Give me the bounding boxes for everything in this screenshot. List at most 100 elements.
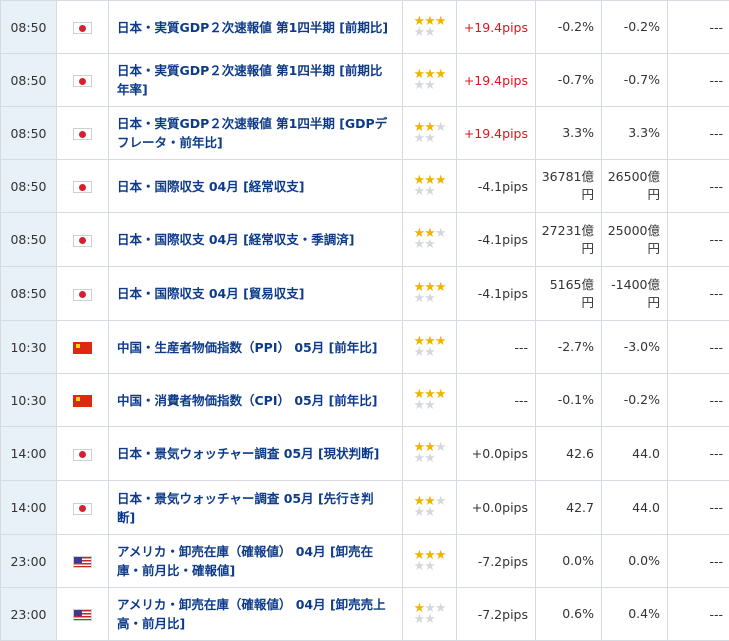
star-icon: ★: [424, 559, 435, 574]
event-name-link[interactable]: アメリカ・卸売在庫（確報値） 04月 [卸売在庫・前月比・確報値]: [117, 542, 396, 580]
country-flag-cell: [57, 535, 109, 588]
actual-line: 42.6: [536, 445, 594, 463]
importance-cell: ★★★★★: [403, 213, 457, 267]
result-value: ---: [668, 213, 729, 267]
pips-value: +19.4pips: [457, 107, 536, 160]
pips-value: -4.1pips: [457, 267, 536, 321]
event-name-cell[interactable]: 日本・景気ウォッチャー調査 05月 [先行き判断]: [109, 481, 403, 535]
table-row: 08:50 日本・実質GDP２次速報値 第1四半期 [GDPデフレータ・前年比]…: [1, 107, 729, 160]
star-icon: ★: [424, 184, 435, 199]
event-name-cell[interactable]: 日本・国際収支 04月 [貿易収支]: [109, 267, 403, 321]
forecast-value: 26500億円: [602, 160, 668, 213]
star-icon: ★: [435, 67, 446, 82]
table-row: 14:00 日本・景気ウォッチャー調査 05月 [先行き判断] ★★★★★ +0…: [1, 481, 729, 535]
star-icon: ★: [424, 237, 435, 252]
star-icon: ★: [435, 440, 446, 455]
result-value: ---: [668, 427, 729, 481]
event-name-cell[interactable]: アメリカ・卸売在庫（確報値） 04月 [卸売在庫・前月比・確報値]: [109, 535, 403, 588]
forecast-line: -1400億: [602, 276, 660, 294]
event-name-link[interactable]: 日本・実質GDP２次速報値 第1四半期 [GDPデフレータ・前年比]: [117, 114, 396, 152]
importance-cell: ★★★★★: [403, 54, 457, 107]
star-icon: ★: [414, 25, 425, 40]
star-icon: ★: [435, 548, 446, 563]
event-name-link[interactable]: 中国・生産者物価指数（PPI） 05月 [前年比]: [117, 338, 396, 357]
event-name-cell[interactable]: 日本・実質GDP２次速報値 第1四半期 [前期比]: [109, 1, 403, 54]
forecast-value: 25000億円: [602, 213, 668, 267]
star-icon: ★: [424, 25, 435, 40]
actual-line: 円: [536, 240, 594, 258]
star-icon: ★: [435, 387, 446, 402]
country-flag-cell: [57, 1, 109, 54]
forecast-line: 円: [602, 186, 660, 204]
event-name-line: アメリカ・卸売在庫（確報値） 04月 [卸売在: [117, 542, 396, 561]
event-name-link[interactable]: 日本・景気ウォッチャー調査 05月 [先行き判断]: [117, 489, 396, 527]
event-name-line: 年率]: [117, 80, 396, 99]
event-name-cell[interactable]: アメリカ・卸売在庫（確報値） 04月 [卸売売上高・前月比]: [109, 588, 403, 641]
result-value: ---: [668, 160, 729, 213]
japan-flag-icon: [73, 181, 92, 193]
actual-line: 36781億: [536, 168, 594, 186]
event-name-line: 日本・国際収支 04月 [貿易収支]: [117, 284, 396, 303]
event-name-line: フレータ・前年比]: [117, 133, 396, 152]
star-icon: ★: [424, 612, 435, 627]
actual-line: 5165億: [536, 276, 594, 294]
forecast-line: -0.2%: [602, 391, 660, 409]
actual-value: -0.1%: [536, 374, 602, 427]
event-name-link[interactable]: 日本・実質GDP２次速報値 第1四半期 [前期比]: [117, 18, 396, 37]
importance-stars: ★★★★★: [414, 282, 446, 304]
event-name-line: 断]: [117, 508, 396, 527]
usa-flag-icon: [73, 609, 92, 621]
event-name-cell[interactable]: 中国・生産者物価指数（PPI） 05月 [前年比]: [109, 321, 403, 374]
event-name-link[interactable]: アメリカ・卸売在庫（確報値） 04月 [卸売売上高・前月比]: [117, 595, 396, 633]
event-name-link[interactable]: 中国・消費者物価指数（CPI） 05月 [前年比]: [117, 391, 396, 410]
time-text: 08:50: [10, 286, 46, 301]
time-text: 14:00: [10, 500, 46, 515]
table-row: 10:30 中国・消費者物価指数（CPI） 05月 [前年比] ★★★★★ --…: [1, 374, 729, 427]
event-name-cell[interactable]: 中国・消費者物価指数（CPI） 05月 [前年比]: [109, 374, 403, 427]
event-time: 14:00: [1, 481, 57, 535]
time-text: 14:00: [10, 446, 46, 461]
event-time: 08:50: [1, 1, 57, 54]
time-text: 08:50: [10, 20, 46, 35]
japan-flag-icon: [73, 503, 92, 515]
event-name-link[interactable]: 日本・国際収支 04月 [経常収支・季調済]: [117, 230, 396, 249]
event-name-link[interactable]: 日本・景気ウォッチャー調査 05月 [現状判断]: [117, 444, 396, 463]
china-flag-icon: [73, 395, 92, 407]
importance-cell: ★★★★★: [403, 321, 457, 374]
table-row: 08:50 日本・実質GDP２次速報値 第1四半期 [前期比年率] ★★★★★ …: [1, 54, 729, 107]
event-name-line: 日本・実質GDP２次速報値 第1四半期 [前期比]: [117, 18, 396, 37]
star-icon: ★: [414, 78, 425, 93]
actual-value: 36781億円: [536, 160, 602, 213]
event-name-cell[interactable]: 日本・国際収支 04月 [経常収支・季調済]: [109, 213, 403, 267]
forecast-value: -1400億円: [602, 267, 668, 321]
event-name-cell[interactable]: 日本・実質GDP２次速報値 第1四半期 [前期比年率]: [109, 54, 403, 107]
forecast-line: 44.0: [602, 499, 660, 517]
pips-value: ---: [457, 374, 536, 427]
forecast-line: 44.0: [602, 445, 660, 463]
event-name-link[interactable]: 日本・実質GDP２次速報値 第1四半期 [前期比年率]: [117, 61, 396, 99]
star-icon: ★: [435, 280, 446, 295]
star-icon: ★: [424, 505, 435, 520]
event-name-cell[interactable]: 日本・実質GDP２次速報値 第1四半期 [GDPデフレータ・前年比]: [109, 107, 403, 160]
importance-cell: ★★★★★: [403, 481, 457, 535]
forecast-line: 0.0%: [602, 552, 660, 570]
event-name-link[interactable]: 日本・国際収支 04月 [経常収支]: [117, 177, 396, 196]
event-name-cell[interactable]: 日本・景気ウォッチャー調査 05月 [現状判断]: [109, 427, 403, 481]
actual-line: 27231億: [536, 222, 594, 240]
japan-flag-icon: [73, 235, 92, 247]
table-row: 08:50 日本・国際収支 04月 [貿易収支] ★★★★★ -4.1pips …: [1, 267, 729, 321]
forecast-value: -0.2%: [602, 374, 668, 427]
forecast-value: -0.7%: [602, 54, 668, 107]
event-name-line: 日本・景気ウォッチャー調査 05月 [先行き判: [117, 489, 396, 508]
table-row: 14:00 日本・景気ウォッチャー調査 05月 [現状判断] ★★★★★ +0.…: [1, 427, 729, 481]
importance-cell: ★★★★★: [403, 374, 457, 427]
event-name-cell[interactable]: 日本・国際収支 04月 [経常収支]: [109, 160, 403, 213]
star-icon: ★: [424, 291, 435, 306]
country-flag-cell: [57, 160, 109, 213]
result-value: ---: [668, 107, 729, 160]
importance-stars: ★★★★★: [414, 228, 446, 250]
event-name-line: 日本・実質GDP２次速報値 第1四半期 [GDPデ: [117, 114, 396, 133]
forecast-value: 3.3%: [602, 107, 668, 160]
event-name-link[interactable]: 日本・国際収支 04月 [貿易収支]: [117, 284, 396, 303]
importance-stars: ★★★★★: [414, 16, 446, 38]
